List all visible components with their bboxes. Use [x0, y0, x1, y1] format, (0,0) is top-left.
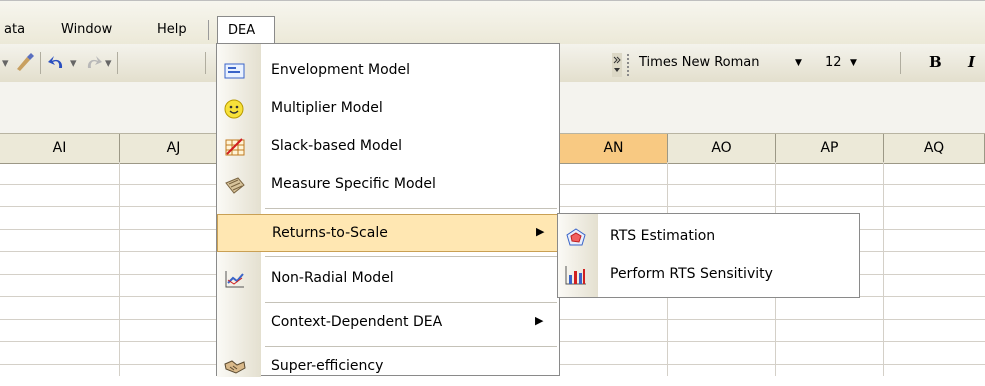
menu-separator [208, 20, 209, 40]
radar-chart-icon [565, 227, 587, 247]
menu-item-rts-estimation[interactable]: RTS Estimation [558, 218, 859, 256]
menu-item-perform-rts-sensitivity[interactable]: Perform RTS Sensitivity [558, 256, 859, 294]
bold-button[interactable]: B [929, 53, 942, 71]
menu-dea[interactable]: DEA [217, 16, 275, 44]
dea-dropdown-menu: Envelopment Model Multiplier Model Slack… [216, 43, 560, 377]
rts-submenu: RTS Estimation Perform RTS Sensitivity [557, 213, 860, 298]
menu-window[interactable]: Window [61, 22, 112, 37]
dropdown-arrow-icon[interactable]: ▾ [2, 56, 9, 71]
menu-item-super-efficiency[interactable]: Super-efficiency [217, 348, 559, 386]
menu-dea-label: DEA [228, 23, 256, 38]
menu-item-multiplier-model[interactable]: Multiplier Model [217, 90, 559, 128]
font-size-select[interactable]: 12 ▼ [820, 53, 860, 75]
font-size-value: 12 [825, 55, 842, 70]
slack-chart-icon [224, 137, 246, 157]
redo-icon[interactable] [83, 53, 103, 73]
menu-item-label: Perform RTS Sensitivity [610, 266, 773, 282]
font-dropdown-arrow-icon[interactable]: ▼ [795, 58, 802, 68]
column-header-aj[interactable]: AJ [120, 134, 228, 163]
format-painter-icon[interactable] [14, 52, 36, 72]
menu-item-measure-specific-model[interactable]: Measure Specific Model [217, 166, 559, 204]
menu-item-label: RTS Estimation [610, 228, 716, 244]
submenu-arrow-icon: ▶ [535, 314, 544, 327]
column-header-ao[interactable]: AO [668, 134, 776, 163]
menu-item-label: Slack-based Model [271, 138, 402, 154]
column-header-ai[interactable]: AI [0, 134, 120, 163]
menu-data[interactable]: ata [4, 22, 25, 37]
handshake-icon [224, 357, 246, 377]
size-dropdown-arrow-icon[interactable]: ▼ [850, 58, 857, 68]
font-name-select[interactable]: Times New Roman ▼ [637, 53, 810, 75]
italic-button[interactable]: I [968, 53, 975, 71]
envelopment-model-icon [224, 61, 246, 81]
menu-item-label: Measure Specific Model [271, 176, 436, 192]
measure-hand-icon [224, 175, 246, 195]
menu-item-envelopment-model[interactable]: Envelopment Model [217, 52, 559, 90]
smiley-icon [224, 99, 246, 119]
menu-item-returns-to-scale[interactable]: Returns-to-Scale ▶ [217, 214, 559, 252]
menu-item-label: Multiplier Model [271, 100, 383, 116]
toolbar-grip[interactable] [627, 54, 633, 76]
menu-item-label: Context-Dependent DEA [271, 314, 443, 330]
menu-item-label: Envelopment Model [271, 62, 411, 78]
bar-chart-icon [565, 265, 587, 285]
submenu-arrow-icon: ▶ [536, 225, 545, 238]
column-header-an[interactable]: AN [560, 134, 668, 163]
line-chart-icon [224, 269, 246, 289]
menu-item-label: Returns-to-Scale [272, 225, 388, 241]
menu-bar: ata Window Help [0, 0, 985, 44]
menu-item-label: Super-efficiency [271, 358, 384, 374]
menu-help[interactable]: Help [157, 22, 187, 37]
menu-item-non-radial-model[interactable]: Non-Radial Model [217, 260, 559, 298]
font-name-value: Times New Roman [639, 55, 760, 70]
undo-dropdown-icon[interactable]: ▾ [70, 56, 77, 71]
column-header-aq[interactable]: AQ [884, 134, 985, 163]
column-header-ap[interactable]: AP [776, 134, 884, 163]
redo-dropdown-icon[interactable]: ▾ [105, 56, 112, 71]
toolbar-overflow-icon[interactable] [612, 53, 622, 77]
menu-item-slack-based-model[interactable]: Slack-based Model [217, 128, 559, 166]
menu-item-label: Non-Radial Model [271, 270, 394, 286]
menu-item-context-dependent-dea[interactable]: Context-Dependent DEA ▶ [217, 304, 559, 342]
undo-icon[interactable] [47, 53, 67, 73]
